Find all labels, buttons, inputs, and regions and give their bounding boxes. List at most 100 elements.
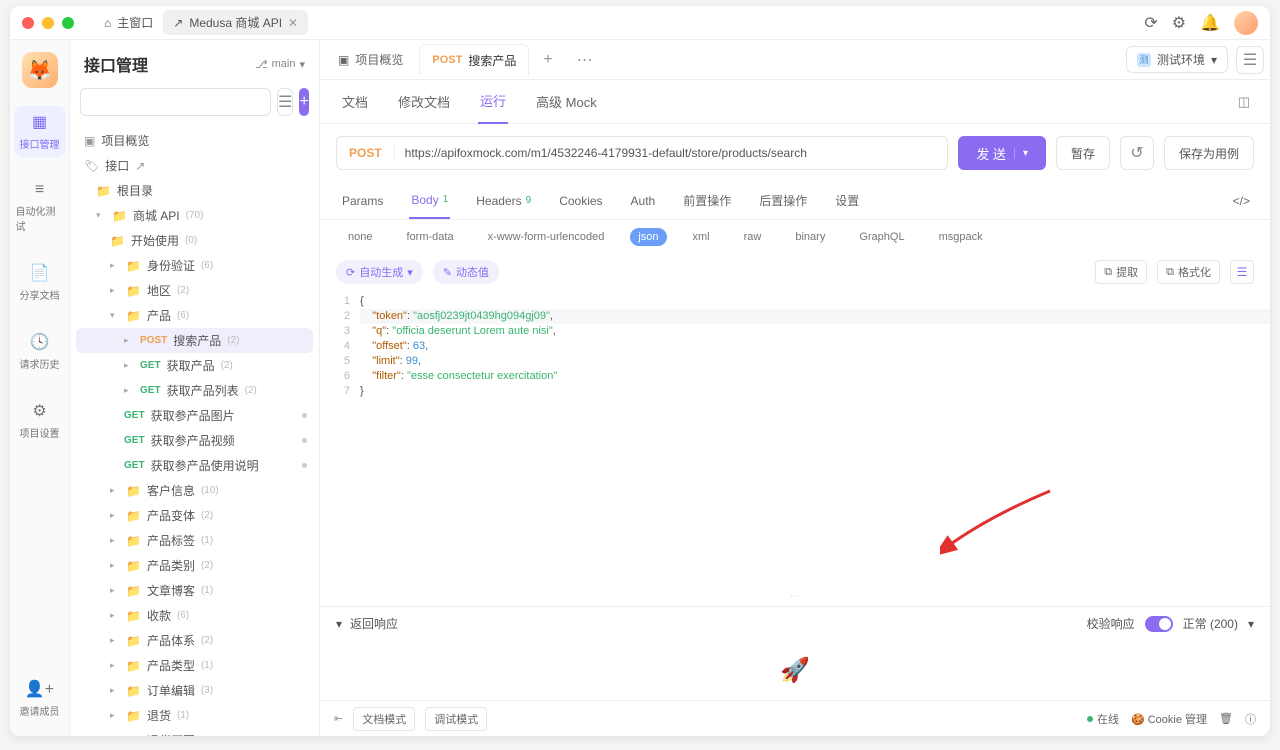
extract-button[interactable]: ⧉提取 xyxy=(1095,260,1147,284)
save-case-button[interactable]: 保存为用例 xyxy=(1164,136,1254,170)
dynamic-value-button[interactable]: ✎ 动态值 xyxy=(433,260,499,284)
param-tab-cookies[interactable]: Cookies xyxy=(557,184,604,218)
window-close[interactable] xyxy=(22,17,34,29)
rail-api-management[interactable]: ▦ 接口管理 xyxy=(14,106,66,157)
branch-selector[interactable]: ⎇ main ▾ xyxy=(255,58,305,71)
verify-toggle[interactable] xyxy=(1145,616,1173,632)
body-type-form[interactable]: form-data xyxy=(398,228,461,246)
refresh-icon[interactable]: ⟳ xyxy=(1144,13,1157,33)
send-button[interactable]: 发 送 ▾ xyxy=(958,136,1046,170)
resize-handle[interactable]: ⋯ xyxy=(320,587,1270,606)
param-tab-params[interactable]: Params xyxy=(340,184,385,218)
bell-icon[interactable]: 🔔 xyxy=(1200,13,1220,33)
tree-folder[interactable]: ▸📁订单编辑(3) xyxy=(76,678,313,703)
cookie-manage[interactable]: 🍪 Cookie 管理 xyxy=(1131,711,1207,727)
collapse-icon[interactable]: ⇤ xyxy=(334,712,343,725)
rail-history[interactable]: 🕓 请求历史 xyxy=(14,326,66,377)
reset-button[interactable]: ↺ xyxy=(1120,136,1154,170)
response-status[interactable]: 正常 (200) xyxy=(1183,615,1238,632)
body-type-msgpack[interactable]: msgpack xyxy=(931,228,991,246)
search-input[interactable] xyxy=(80,88,271,116)
tree-folder[interactable]: ▸📁退货原因(2) xyxy=(76,728,313,736)
tree-root-dir[interactable]: 📁 根目录 xyxy=(76,178,313,203)
tree-folder[interactable]: ▸📁身份验证(6) xyxy=(76,253,313,278)
chevron-down-icon[interactable]: ▾ xyxy=(1014,148,1028,159)
format-button[interactable]: ⧉格式化 xyxy=(1157,260,1220,284)
subnav-edit[interactable]: 修改文档 xyxy=(396,80,452,123)
param-tab-post[interactable]: 后置操作 xyxy=(757,182,809,219)
tree-folder[interactable]: 📁开始使用(0) xyxy=(76,228,313,253)
tab-label: 搜索产品 xyxy=(468,52,516,69)
body-type-xml[interactable]: xml xyxy=(685,228,718,246)
tree-endpoint[interactable]: GET获取参产品图片 xyxy=(76,403,313,428)
close-icon[interactable]: ✕ xyxy=(288,16,298,30)
tree-endpoint[interactable]: GET获取参产品视频 xyxy=(76,428,313,453)
tree-endpoint-search[interactable]: ▸POST搜索产品(2) xyxy=(76,328,313,353)
tree-folder[interactable]: ▸📁地区(2) xyxy=(76,278,313,303)
debug-mode-button[interactable]: 调试模式 xyxy=(425,707,487,731)
tree-endpoint[interactable]: GET获取参产品使用说明 xyxy=(76,453,313,478)
tree-folder[interactable]: ▸📁产品体系(2) xyxy=(76,628,313,653)
body-type-graphql[interactable]: GraphQL xyxy=(851,228,912,246)
tab-overview[interactable]: ▣ 项目概览 xyxy=(326,44,415,76)
body-type-none[interactable]: none xyxy=(340,228,380,246)
window-maximize[interactable] xyxy=(62,17,74,29)
chevron-down-icon[interactable]: ▾ xyxy=(1248,617,1254,631)
url-input[interactable] xyxy=(395,146,948,160)
body-type-json[interactable]: json xyxy=(630,228,666,246)
trash-icon[interactable]: 🗑 xyxy=(1219,712,1233,725)
code-body[interactable]: { "token": "aosfj0239jt0439hg094gj09", "… xyxy=(360,294,1270,583)
layout-toggle[interactable]: ◫ xyxy=(1238,94,1250,110)
save-temp-button[interactable]: 暂存 xyxy=(1056,136,1110,170)
rail-invite[interactable]: 👤+ 邀请成员 xyxy=(14,673,66,724)
param-tab-pre[interactable]: 前置操作 xyxy=(681,182,733,219)
panel-toggle[interactable]: ☰ xyxy=(1236,46,1264,74)
filter-button[interactable]: ☰ xyxy=(277,88,293,116)
body-type-binary[interactable]: binary xyxy=(787,228,833,246)
subnav-run[interactable]: 运行 xyxy=(478,79,508,124)
window-minimize[interactable] xyxy=(42,17,54,29)
tree-interface-root[interactable]: 🏷 接口 ↗ xyxy=(76,153,313,178)
tree-folder[interactable]: ▸📁产品类型(1) xyxy=(76,653,313,678)
tree-folder[interactable]: ▾📁产品(6) xyxy=(76,303,313,328)
add-button[interactable]: + xyxy=(299,88,309,116)
auto-generate-button[interactable]: ⟳ 自动生成 ▾ xyxy=(336,260,423,284)
tab-active-endpoint[interactable]: POST 搜索产品 xyxy=(419,44,529,76)
subnav-mock[interactable]: 高级 Mock xyxy=(534,80,599,123)
tree-folder[interactable]: ▸📁客户信息(10) xyxy=(76,478,313,503)
request-method[interactable]: POST xyxy=(337,146,395,160)
tab-more[interactable]: ⋯ xyxy=(567,50,603,70)
tree-folder[interactable]: ▸📁文章博客(1) xyxy=(76,578,313,603)
tree-folder[interactable]: ▸📁收款(6) xyxy=(76,603,313,628)
json-editor[interactable]: 1234567 { "token": "aosfj0239jt0439hg094… xyxy=(320,290,1270,587)
tree-endpoint[interactable]: ▸GET获取产品列表(2) xyxy=(76,378,313,403)
doc-mode-button[interactable]: 文档模式 xyxy=(353,707,415,731)
body-type-raw[interactable]: raw xyxy=(736,228,770,246)
rail-settings[interactable]: ⚙ 项目设置 xyxy=(14,395,66,446)
tree-overview[interactable]: ▣ 项目概览 xyxy=(76,128,313,153)
tree-group-mall[interactable]: ▾ 📁 商城 API (70) xyxy=(76,203,313,228)
chevron-down-icon[interactable]: ▾ xyxy=(336,617,342,631)
param-tab-headers[interactable]: Headers9 xyxy=(474,184,533,218)
body-type-urlenc[interactable]: x-www-form-urlencoded xyxy=(480,228,613,246)
tree-folder[interactable]: ▸📁退货(1) xyxy=(76,703,313,728)
code-icon[interactable]: </> xyxy=(1233,194,1250,208)
help-icon[interactable]: ⓘ xyxy=(1245,711,1256,727)
tree-endpoint[interactable]: ▸GET获取产品(2) xyxy=(76,353,313,378)
rail-automation[interactable]: ≡ 自动化测试 xyxy=(14,175,66,239)
settings-icon[interactable]: ⚙ xyxy=(1172,13,1186,33)
avatar[interactable] xyxy=(1234,11,1258,35)
param-tab-body[interactable]: Body1 xyxy=(409,183,450,219)
filter-icon[interactable]: ☰ xyxy=(1230,260,1254,284)
tree-folder[interactable]: ▸📁产品类别(2) xyxy=(76,553,313,578)
tree-folder[interactable]: ▸📁产品标签(1) xyxy=(76,528,313,553)
tab-add[interactable]: + xyxy=(533,51,562,69)
rail-share[interactable]: 📄 分享文档 xyxy=(14,257,66,308)
subnav-doc[interactable]: 文档 xyxy=(340,80,370,123)
title-tab-active[interactable]: ↗ Medusa 商城 API ✕ xyxy=(163,10,308,35)
param-tab-settings[interactable]: 设置 xyxy=(833,182,861,219)
title-tab-home[interactable]: ⌂ 主窗口 xyxy=(94,10,163,35)
tree-folder[interactable]: ▸📁产品变体(2) xyxy=(76,503,313,528)
param-tab-auth[interactable]: Auth xyxy=(629,184,658,218)
environment-selector[interactable]: 测 测试环境 ▾ xyxy=(1126,46,1228,73)
